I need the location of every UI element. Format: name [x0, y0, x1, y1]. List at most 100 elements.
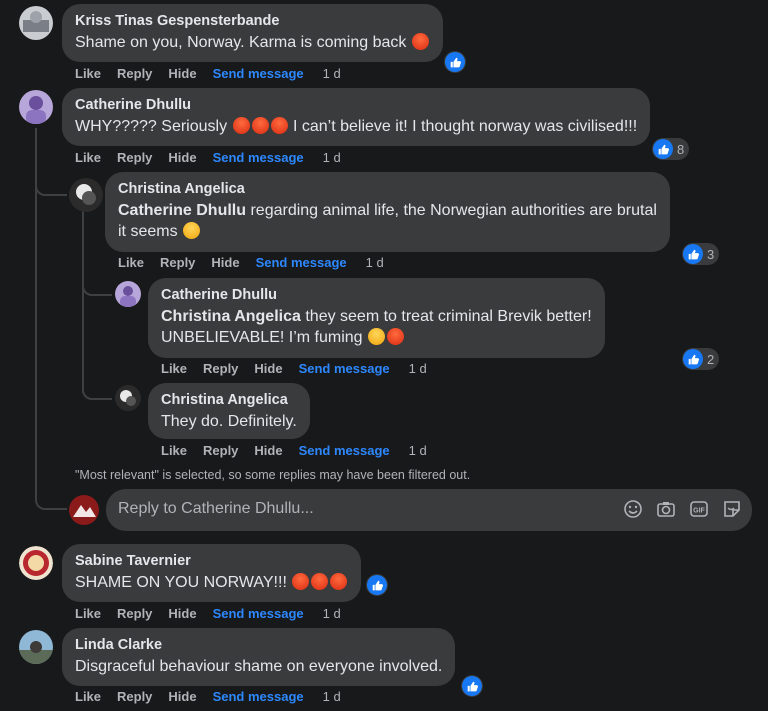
- reaction-badge[interactable]: 2: [682, 348, 720, 370]
- like-link[interactable]: Like: [75, 150, 101, 165]
- timestamp[interactable]: 1 d: [323, 66, 341, 81]
- avatar[interactable]: [19, 630, 53, 664]
- sticker-icon[interactable]: [722, 499, 742, 519]
- hide-link[interactable]: Hide: [254, 361, 282, 376]
- comment-author[interactable]: Linda Clarke: [75, 636, 442, 654]
- gif-icon[interactable]: GIF: [689, 499, 709, 519]
- like-link[interactable]: Like: [75, 689, 101, 704]
- send-message-link[interactable]: Send message: [213, 150, 304, 165]
- reply-input[interactable]: Reply to Catherine Dhullu... GIF: [106, 489, 752, 531]
- reply-link[interactable]: Reply: [203, 361, 238, 376]
- hide-link[interactable]: Hide: [168, 66, 196, 81]
- comment-actions: Like Reply Hide Send message 1 d: [75, 606, 341, 621]
- timestamp[interactable]: 1 d: [409, 361, 427, 376]
- comment-author[interactable]: Christina Angelica: [118, 180, 657, 198]
- thread-curve-reply-box: [35, 490, 67, 510]
- reply-link[interactable]: Reply: [117, 66, 152, 81]
- avatar[interactable]: [115, 385, 141, 411]
- comment-author[interactable]: Sabine Tavernier: [75, 552, 348, 570]
- reaction-count: 8: [677, 141, 685, 157]
- comment-author[interactable]: Catherine Dhullu: [161, 286, 592, 304]
- send-message-link[interactable]: Send message: [299, 361, 390, 376]
- comment-text: SHAME ON YOU NORWAY!!!: [75, 572, 348, 593]
- like-reaction-icon: [683, 244, 703, 264]
- angry-emoji-icon: [330, 573, 348, 590]
- filter-notice: "Most relevant" is selected, so some rep…: [75, 468, 471, 482]
- reaction-badge[interactable]: [366, 574, 388, 596]
- reaction-badge[interactable]: 3: [682, 243, 720, 265]
- timestamp[interactable]: 1 d: [366, 255, 384, 270]
- like-link[interactable]: Like: [118, 255, 144, 270]
- reaction-badge[interactable]: [444, 51, 466, 73]
- avatar[interactable]: [69, 178, 103, 212]
- angry-emoji-icon: [411, 33, 429, 50]
- angry-emoji-icon: [251, 117, 269, 134]
- reaction-count: 3: [707, 246, 715, 262]
- reaction-badge[interactable]: 8: [652, 138, 690, 160]
- like-reaction-icon: [445, 52, 465, 72]
- comment-actions: Like Reply Hide Send message 1 d: [75, 66, 341, 81]
- send-message-link[interactable]: Send message: [256, 255, 347, 270]
- hide-link[interactable]: Hide: [254, 443, 282, 458]
- send-message-link[interactable]: Send message: [299, 443, 390, 458]
- timestamp[interactable]: 1 d: [323, 606, 341, 621]
- comment-text-line2: UNBELIEVABLE! I’m fuming: [161, 327, 592, 348]
- reply-actions: Like Reply Hide Send message 1 d: [161, 443, 427, 458]
- reply-link[interactable]: Reply: [160, 255, 195, 270]
- avatar[interactable]: [19, 546, 53, 580]
- comment-text: Christina Angelica they seem to treat cr…: [161, 308, 592, 325]
- timestamp[interactable]: 1 d: [409, 443, 427, 458]
- avatar[interactable]: [19, 90, 53, 124]
- mention-link[interactable]: Catherine Dhullu: [118, 202, 246, 219]
- angry-emoji-icon: [387, 328, 405, 345]
- comment-author[interactable]: Christina Angelica: [161, 391, 297, 409]
- like-link[interactable]: Like: [161, 361, 187, 376]
- like-reaction-icon: [367, 575, 387, 595]
- camera-icon[interactable]: [656, 499, 676, 519]
- like-link[interactable]: Like: [75, 66, 101, 81]
- reply-bubble: Catherine Dhullu Christina Angelica they…: [148, 278, 605, 358]
- comment-author[interactable]: Kriss Tinas Gespensterbande: [75, 12, 430, 30]
- reply-link[interactable]: Reply: [117, 150, 152, 165]
- comment-author[interactable]: Catherine Dhullu: [75, 96, 637, 114]
- reply-link[interactable]: Reply: [117, 606, 152, 621]
- comment-actions: Like Reply Hide Send message 1 d: [75, 150, 341, 165]
- like-link[interactable]: Like: [75, 606, 101, 621]
- comment-text: Catherine Dhullu regarding animal life, …: [118, 202, 657, 219]
- like-reaction-icon: [462, 676, 482, 696]
- avatar[interactable]: [115, 281, 141, 307]
- timestamp[interactable]: 1 d: [323, 689, 341, 704]
- hide-link[interactable]: Hide: [168, 150, 196, 165]
- comment-text: Disgraceful behaviour shame on everyone …: [75, 658, 443, 675]
- hide-link[interactable]: Hide: [168, 606, 196, 621]
- like-reaction-icon: [653, 139, 673, 159]
- reply-bubble: Christina Angelica Catherine Dhullu rega…: [105, 172, 670, 252]
- steam-emoji-icon: [368, 328, 386, 345]
- avatar[interactable]: [19, 6, 53, 40]
- reply-actions: Like Reply Hide Send message 1 d: [118, 255, 384, 270]
- hide-link[interactable]: Hide: [211, 255, 239, 270]
- reply-link[interactable]: Reply: [203, 443, 238, 458]
- reply-placeholder: Reply to Catherine Dhullu...: [118, 500, 314, 517]
- comment-actions: Like Reply Hide Send message 1 d: [75, 689, 341, 704]
- emoji-icon[interactable]: [623, 499, 643, 519]
- comment-text-line2: it seems: [118, 221, 657, 242]
- reply-toolbar: GIF: [623, 499, 742, 519]
- svg-text:GIF: GIF: [693, 508, 705, 515]
- reaction-badge[interactable]: [461, 675, 483, 697]
- reaction-count: 2: [707, 351, 715, 367]
- send-message-link[interactable]: Send message: [213, 606, 304, 621]
- thread-curve-reply-1: [35, 176, 67, 196]
- hide-link[interactable]: Hide: [168, 689, 196, 704]
- send-message-link[interactable]: Send message: [213, 66, 304, 81]
- thread-curve-reply-2: [82, 276, 112, 296]
- angry-emoji-icon: [311, 573, 329, 590]
- comment-bubble: Linda Clarke Disgraceful behaviour shame…: [62, 628, 456, 686]
- current-user-avatar: [69, 495, 99, 525]
- mention-link[interactable]: Christina Angelica: [161, 308, 301, 325]
- reply-link[interactable]: Reply: [117, 689, 152, 704]
- like-link[interactable]: Like: [161, 443, 187, 458]
- timestamp[interactable]: 1 d: [323, 150, 341, 165]
- send-message-link[interactable]: Send message: [213, 689, 304, 704]
- comment-bubble: Catherine Dhullu WHY????? Seriously I ca…: [62, 88, 651, 146]
